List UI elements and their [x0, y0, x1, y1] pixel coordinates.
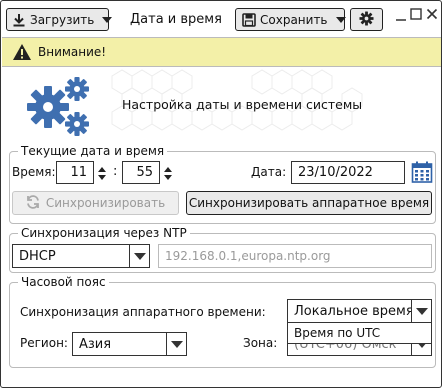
header-area: Настройка даты и времени системы — [2, 68, 441, 141]
save-icon — [242, 12, 256, 27]
minutes-stepper[interactable] — [162, 163, 174, 183]
warning-icon — [12, 43, 32, 61]
save-button-label: Сохранить — [260, 12, 328, 27]
timezone-legend: Часовой пояс — [18, 275, 109, 289]
region-value: Азия — [79, 336, 112, 352]
chevron-down-icon — [102, 16, 113, 23]
stepper-up-icon[interactable] — [98, 166, 106, 172]
hours-value: 11 — [70, 165, 87, 180]
region-select[interactable]: Азия — [72, 332, 187, 356]
close-icon[interactable] — [426, 8, 438, 20]
dropdown-option-utc[interactable]: Время по UTC — [288, 323, 431, 343]
gears-icon — [27, 77, 89, 136]
stepper-down-icon[interactable] — [98, 174, 106, 180]
sync-button-label: Синхронизировать — [45, 196, 166, 210]
ntp-legend: Синхронизация через NTP — [18, 226, 190, 240]
warning-banner: Внимание! — [2, 37, 441, 67]
time-separator: : — [113, 164, 118, 179]
date-value: 23/10/2022 — [298, 165, 373, 180]
sync-hardware-button[interactable]: Синхронизировать аппаратное время — [186, 191, 432, 215]
sync-hardware-button-label: Синхронизировать аппаратное время — [188, 196, 430, 210]
download-icon — [12, 13, 26, 27]
minutes-field[interactable]: 55 — [122, 161, 160, 184]
window-title: Дата и время — [130, 12, 222, 27]
ntp-mode-value: DHCP — [19, 248, 56, 264]
chevron-down-icon[interactable] — [411, 300, 431, 322]
hw-sync-label: Синхронизация аппаратного времени: — [20, 305, 266, 319]
chevron-down-icon[interactable] — [166, 333, 186, 355]
chevron-down-icon[interactable] — [129, 245, 149, 267]
timezone-group: Часовой пояс Синхронизация аппаратного в… — [9, 275, 436, 368]
stepper-down-icon[interactable] — [164, 174, 172, 180]
date-label: Дата: — [251, 165, 287, 179]
hours-stepper[interactable] — [96, 163, 108, 183]
zone-label: Зона: — [243, 336, 278, 350]
chevron-down-icon — [335, 16, 346, 23]
calendar-icon[interactable] — [411, 161, 433, 184]
region-label: Регион: — [20, 336, 68, 350]
load-button-label: Загрузить — [30, 12, 95, 27]
maximize-icon[interactable] — [410, 8, 422, 20]
hw-sync-select[interactable]: Локальное время — [287, 299, 432, 323]
dialog-window: Загрузить Дата и время Сохранить Внимани… — [0, 0, 442, 388]
gear-icon — [359, 10, 374, 29]
minutes-value: 55 — [136, 165, 153, 180]
page-heading: Настройка даты и времени системы — [122, 97, 363, 112]
sync-icon — [26, 194, 40, 212]
hw-sync-dropdown-list: Время по UTC — [287, 322, 432, 344]
ntp-mode-select[interactable]: DHCP — [12, 244, 150, 268]
ntp-servers-field[interactable]: 192.168.0.1,europa.ntp.org — [158, 244, 432, 268]
minimize-icon[interactable] — [395, 10, 407, 22]
save-button[interactable]: Сохранить — [235, 8, 346, 31]
time-label: Время: — [12, 165, 56, 179]
load-button[interactable]: Загрузить — [6, 8, 113, 31]
hw-sync-value: Локальное время — [294, 303, 414, 319]
date-field[interactable]: 23/10/2022 — [291, 161, 405, 184]
current-datetime-legend: Текущие дата и время — [18, 144, 168, 158]
sync-button[interactable]: Синхронизировать — [12, 191, 179, 215]
hours-field[interactable]: 11 — [56, 161, 94, 184]
ntp-servers-value: 192.168.0.1,europa.ntp.org — [165, 249, 331, 263]
warning-text: Внимание! — [38, 45, 107, 59]
current-datetime-group: Текущие дата и время Время: 11 : 55 Дата… — [9, 144, 436, 224]
settings-button[interactable] — [350, 8, 383, 31]
ntp-group: Синхронизация через NTP DHCP 192.168.0.1… — [9, 226, 436, 273]
stepper-up-icon[interactable] — [164, 166, 172, 172]
